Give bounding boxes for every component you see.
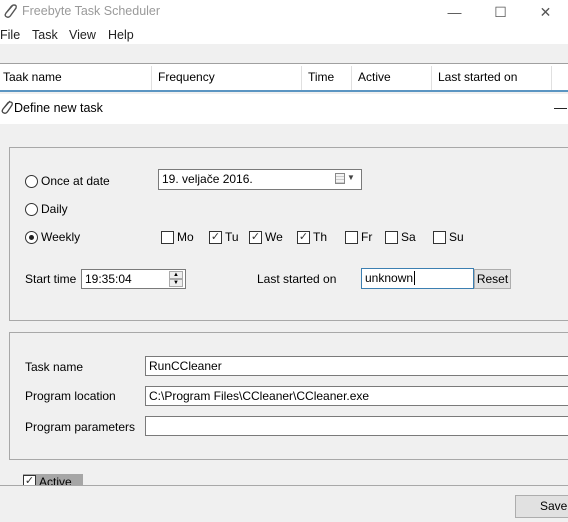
program-location-label: Program location xyxy=(25,389,116,403)
program-parameters-input[interactable] xyxy=(145,416,568,436)
paperclip-icon xyxy=(4,4,17,18)
radio-daily[interactable] xyxy=(25,203,38,216)
last-started-label: Last started on xyxy=(257,272,337,286)
column-last-started[interactable]: Last started on xyxy=(435,64,551,91)
calendar-icon[interactable] xyxy=(335,173,345,184)
checkbox-th[interactable]: ✓ xyxy=(297,231,310,244)
column-active[interactable]: Active xyxy=(355,64,431,91)
collapse-button[interactable]: — xyxy=(554,100,567,115)
radio-weekly[interactable] xyxy=(25,231,38,244)
program-location-value: C:\Program Files\CCleaner\CCleaner.exe xyxy=(149,389,370,403)
checkbox-fr-label[interactable]: Fr xyxy=(361,230,372,244)
column-task-name[interactable]: Taak name xyxy=(0,64,151,91)
column-separator[interactable] xyxy=(351,66,352,90)
checkbox-th-label[interactable]: Th xyxy=(313,230,327,244)
spin-up-icon[interactable]: ▲ xyxy=(169,271,183,279)
checkbox-tu-label[interactable]: Tu xyxy=(225,230,239,244)
task-name-value: RunCCleaner xyxy=(149,359,222,373)
task-name-input[interactable]: RunCCleaner xyxy=(145,356,568,376)
column-frequency[interactable]: Frequency xyxy=(155,64,301,91)
column-separator[interactable] xyxy=(431,66,432,90)
window-title: Freebyte Task Scheduler xyxy=(22,4,161,18)
checkbox-tu[interactable]: ✓ xyxy=(209,231,222,244)
menu-file[interactable]: File xyxy=(0,28,20,42)
task-name-label: Task name xyxy=(25,360,84,374)
menu-help[interactable]: Help xyxy=(108,28,134,42)
last-started-value: unknown xyxy=(365,271,414,285)
toolbar xyxy=(0,44,568,64)
radio-once-at-date[interactable] xyxy=(25,175,38,188)
column-separator[interactable] xyxy=(151,66,152,90)
start-time-label: Start time xyxy=(25,272,77,286)
checkbox-fr[interactable] xyxy=(345,231,358,244)
close-button[interactable]: ✕ xyxy=(523,0,568,24)
checkbox-su-label[interactable]: Su xyxy=(449,230,464,244)
minimize-button[interactable]: — xyxy=(432,0,477,24)
checkbox-sa[interactable] xyxy=(385,231,398,244)
dropdown-arrow-icon[interactable]: ▼ xyxy=(347,173,355,182)
checkbox-mo[interactable] xyxy=(161,231,174,244)
menu-view[interactable]: View xyxy=(69,28,96,42)
checkbox-sa-label[interactable]: Sa xyxy=(401,230,416,244)
menu-task[interactable]: Task xyxy=(32,28,58,42)
date-picker[interactable]: 19. veljače 2016. xyxy=(158,169,362,190)
bottom-separator xyxy=(0,485,568,486)
checkbox-mo-label[interactable]: Mo xyxy=(177,230,194,244)
last-started-input[interactable]: unknown xyxy=(361,268,474,289)
spin-down-icon[interactable]: ▼ xyxy=(169,279,183,287)
date-value: 19. veljače 2016. xyxy=(162,172,253,186)
program-location-input[interactable]: C:\Program Files\CCleaner\CCleaner.exe xyxy=(145,386,568,406)
checkbox-su[interactable] xyxy=(433,231,446,244)
checkbox-we-label[interactable]: We xyxy=(265,230,283,244)
maximize-button[interactable]: ☐ xyxy=(478,0,523,24)
checkbox-we[interactable]: ✓ xyxy=(249,231,262,244)
radio-weekly-label[interactable]: Weekly xyxy=(41,230,80,244)
start-time-value: 19:35:04 xyxy=(85,272,132,286)
active-checkbox-row[interactable]: ✓ Active xyxy=(23,474,83,485)
dialog-title: Define new task xyxy=(14,101,103,115)
active-checkbox[interactable]: ✓ xyxy=(23,475,36,485)
active-checkbox-label[interactable]: Active xyxy=(39,475,72,485)
radio-daily-label[interactable]: Daily xyxy=(41,202,68,216)
reset-button[interactable]: Reset xyxy=(474,269,511,289)
radio-once-at-date-label[interactable]: Once at date xyxy=(41,174,110,188)
column-separator[interactable] xyxy=(551,66,552,90)
paperclip-icon xyxy=(1,100,13,114)
save-button[interactable]: Save xyxy=(515,495,568,518)
column-time[interactable]: Time xyxy=(305,64,351,91)
column-separator[interactable] xyxy=(301,66,302,90)
program-parameters-label: Program parameters xyxy=(25,420,136,434)
